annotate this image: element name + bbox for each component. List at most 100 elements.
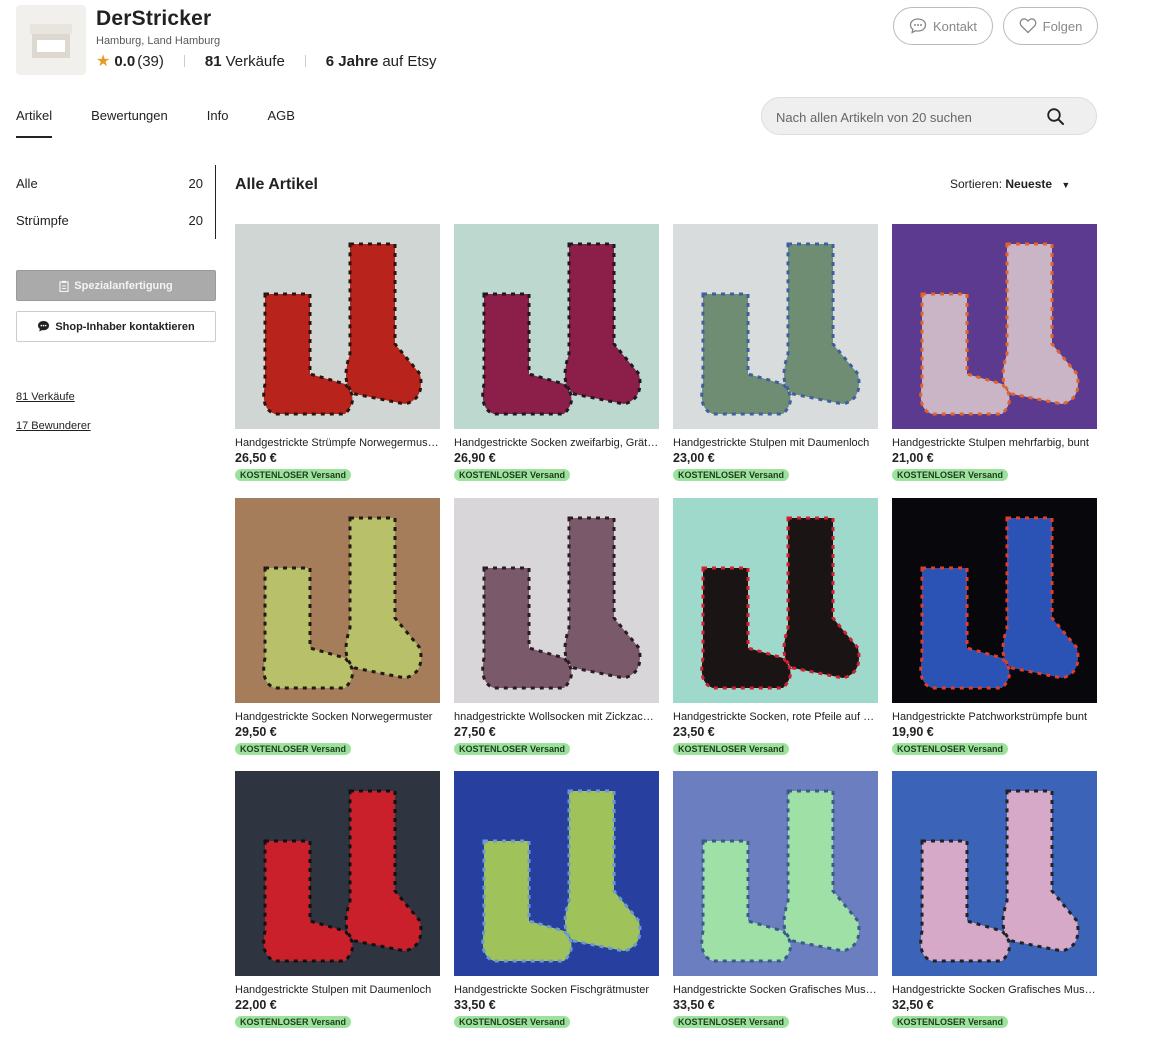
- free-shipping-badge: KOSTENLOSER Versand: [235, 743, 352, 755]
- listing-card[interactable]: Handgestrickte Socken Grafisches Muster 3…: [673, 771, 878, 1031]
- listing-card[interactable]: hnadgestrickte Wollsocken mit Zickzackmu…: [454, 498, 659, 758]
- sort-dropdown[interactable]: Sortieren: Neueste ▼: [950, 177, 1070, 191]
- divider: [304, 55, 306, 67]
- listing-image[interactable]: [454, 498, 659, 703]
- follow-button-label: Folgen: [1042, 18, 1083, 34]
- shop-rating: 0.0: [114, 52, 136, 70]
- free-shipping-badge: KOSTENLOSER Versand: [892, 469, 1009, 481]
- shop-name: DerStricker: [96, 7, 212, 30]
- listing-price: 23,50 €: [673, 725, 715, 739]
- shop-tabs: Artikel Bewertungen Info AGB: [16, 108, 334, 138]
- contact-button-label: Kontakt: [932, 18, 978, 34]
- listing-price: 19,90 €: [892, 725, 934, 739]
- listing-card[interactable]: Handgestrickte Stulpen mit Daumenloch 23,…: [673, 224, 878, 484]
- listing-price: 21,00 €: [892, 451, 934, 465]
- listing-card[interactable]: Handgestrickte Socken Norwegermuster 29,5…: [228, 491, 447, 765]
- chat-bubble-icon: [38, 321, 50, 332]
- sidebar-item-alle[interactable]: Alle 20: [16, 165, 215, 202]
- tab-info[interactable]: Info: [207, 108, 229, 138]
- years-label: auf Etsy: [382, 52, 437, 70]
- listing-image[interactable]: [673, 498, 878, 703]
- listing-price: 32,50 €: [892, 998, 934, 1012]
- free-shipping-badge: KOSTENLOSER Versand: [235, 1016, 352, 1028]
- listing-title[interactable]: Handgestrickte Stulpen mehrfarbig, bunt: [892, 437, 1097, 449]
- listing-image[interactable]: [673, 771, 878, 976]
- listing-image[interactable]: [892, 498, 1097, 703]
- shop-search: [761, 97, 1097, 135]
- sales-label: Verkäufe: [225, 52, 285, 70]
- listing-card[interactable]: Handgestrickte Socken, rote Pfeile auf S…: [673, 498, 878, 758]
- listing-price: 33,50 €: [673, 998, 715, 1012]
- listing-title[interactable]: Handgestrickte Strümpfe Norwegermuster: [235, 437, 440, 449]
- listing-title[interactable]: Handgestrickte Socken zweifarbig, Gräten…: [454, 437, 659, 449]
- listing-card[interactable]: Handgestrickte Stulpen mehrfarbig, bunt 2…: [892, 224, 1097, 484]
- listing-card[interactable]: Handgestrickte Patchworkstrümpfe bunt 19,…: [892, 498, 1097, 758]
- divider: [183, 55, 185, 67]
- listing-title[interactable]: Handgestrickte Stulpen mit Daumenloch: [235, 984, 440, 996]
- listing-card[interactable]: Handgestrickte Socken Grafisches Muster 3…: [892, 771, 1097, 1031]
- sort-prefix: Sortieren:: [950, 177, 1003, 191]
- listing-image[interactable]: [454, 224, 659, 429]
- free-shipping-badge: KOSTENLOSER Versand: [892, 1016, 1009, 1028]
- heart-icon: [1019, 18, 1037, 34]
- contact-button[interactable]: Kontakt: [893, 7, 993, 45]
- listing-image[interactable]: [235, 771, 440, 976]
- listing-title[interactable]: Handgestrickte Socken Norwegermuster: [235, 711, 440, 723]
- category-label: Alle: [16, 176, 38, 191]
- sidebar-item-struempfe[interactable]: Strümpfe 20: [16, 202, 215, 239]
- category-count: 20: [188, 176, 203, 191]
- listing-price: 29,50 €: [235, 725, 277, 739]
- custom-order-label: Spezialanfertigung: [74, 279, 173, 292]
- listing-image[interactable]: [892, 224, 1097, 429]
- category-count: 20: [188, 213, 203, 228]
- shop-logo[interactable]: [16, 5, 86, 75]
- free-shipping-badge: KOSTENLOSER Versand: [673, 469, 790, 481]
- listing-price: 26,50 €: [235, 451, 277, 465]
- storefront-icon: [30, 24, 72, 58]
- listing-title[interactable]: Handgestrickte Socken Fischgrätmuster: [454, 984, 659, 996]
- star-icon: ★: [96, 53, 111, 70]
- listing-title[interactable]: Handgestrickte Patchworkstrümpfe bunt: [892, 711, 1097, 723]
- tab-agb[interactable]: AGB: [267, 108, 294, 138]
- listing-title[interactable]: hnadgestrickte Wollsocken mit Zickzackmu…: [454, 711, 659, 723]
- listing-card[interactable]: Handgestrickte Socken Fischgrätmuster 33,…: [454, 771, 659, 1031]
- listing-price: 33,50 €: [454, 998, 496, 1012]
- category-list: Alle 20 Strümpfe 20: [16, 165, 216, 239]
- shop-location: Hamburg, Land Hamburg: [96, 35, 221, 47]
- listing-price: 27,50 €: [454, 725, 496, 739]
- free-shipping-badge: KOSTENLOSER Versand: [673, 743, 790, 755]
- listing-image[interactable]: [892, 771, 1097, 976]
- review-count[interactable]: (39): [137, 53, 164, 70]
- listing-image[interactable]: [454, 771, 659, 976]
- search-icon[interactable]: [1046, 107, 1066, 127]
- follow-button[interactable]: Folgen: [1003, 7, 1098, 45]
- search-input[interactable]: [776, 107, 1036, 127]
- shop-header: DerStricker Hamburg, Land Hamburg ★ 0.0 …: [16, 5, 1098, 77]
- tab-artikel[interactable]: Artikel: [16, 108, 53, 138]
- listing-image[interactable]: [235, 224, 440, 429]
- listing-title[interactable]: Handgestrickte Stulpen mit Daumenloch: [673, 437, 878, 449]
- free-shipping-badge: KOSTENLOSER Versand: [892, 743, 1009, 755]
- years-count: 6 Jahre: [325, 52, 379, 70]
- custom-order-button[interactable]: Spezialanfertigung: [16, 270, 216, 301]
- clipboard-icon: [59, 280, 69, 292]
- listing-image[interactable]: [235, 498, 440, 703]
- listing-card[interactable]: Handgestrickte Stulpen mit Daumenloch 22,…: [235, 771, 440, 1031]
- listing-title[interactable]: Handgestrickte Socken Grafisches Muster: [892, 984, 1097, 996]
- free-shipping-badge: KOSTENLOSER Versand: [673, 1016, 790, 1028]
- listing-card[interactable]: Handgestrickte Strümpfe Norwegermuster 26…: [235, 224, 440, 484]
- caret-down-icon: ▼: [1061, 180, 1071, 190]
- listing-card[interactable]: Handgestrickte Socken zweifarbig, Gräten…: [454, 224, 659, 484]
- listing-title[interactable]: Handgestrickte Socken, rote Pfeile auf S…: [673, 711, 878, 723]
- free-shipping-badge: KOSTENLOSER Versand: [235, 469, 352, 481]
- sales-count: 81: [204, 52, 222, 70]
- sales-link[interactable]: 81 Verkäufe: [16, 391, 216, 403]
- listing-image[interactable]: [673, 224, 878, 429]
- contact-owner-button[interactable]: Shop-Inhaber kontaktieren: [16, 311, 216, 342]
- listing-price: 22,00 €: [235, 998, 277, 1012]
- listing-title[interactable]: Handgestrickte Socken Grafisches Muster: [673, 984, 878, 996]
- contact-owner-label: Shop-Inhaber kontaktieren: [55, 320, 195, 333]
- tab-bewertungen[interactable]: Bewertungen: [91, 108, 168, 138]
- page-title: Alle Artikel: [235, 176, 318, 193]
- admirers-link[interactable]: 17 Bewunderer: [16, 420, 216, 432]
